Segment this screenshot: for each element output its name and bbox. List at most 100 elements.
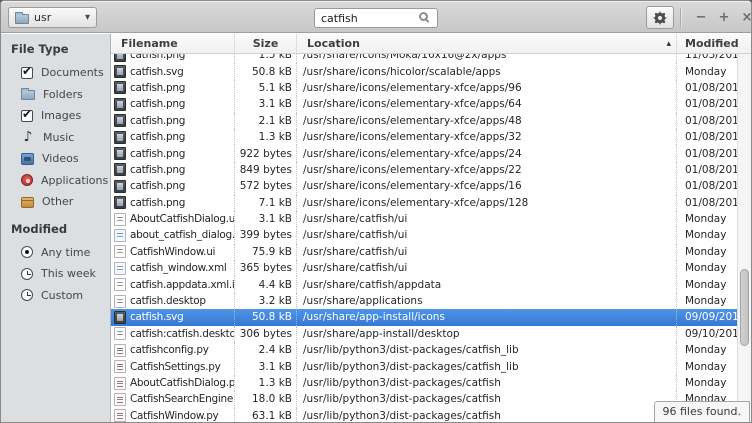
file-modified: 09/09/2015 — [677, 309, 737, 325]
file-name: catfish.png — [111, 162, 235, 178]
video-icon — [21, 153, 34, 165]
text-file-icon — [114, 327, 126, 340]
file-name-label: catfishconfig.py — [130, 344, 209, 356]
sidebar-item-label: Videos — [42, 152, 79, 165]
sidebar-item-label: This week — [41, 267, 96, 280]
other-icon — [21, 197, 34, 208]
minimize-button[interactable]: − — [691, 7, 711, 27]
file-location: /usr/share/catfish/appdata — [297, 276, 677, 292]
column-header-filename[interactable]: Filename — [111, 34, 235, 53]
table-row[interactable]: catfish.png3.1 kB/usr/share/icons/elemen… — [111, 96, 737, 112]
table-row[interactable]: catfish:catfish.desktop306 bytes/usr/sha… — [111, 326, 737, 342]
sidebar-item-other[interactable]: Other — [1, 191, 110, 213]
image-file-icon — [114, 163, 126, 176]
file-size: 1.3 kB — [235, 375, 297, 391]
image-file-icon — [114, 81, 126, 94]
table-row[interactable]: CatfishSettings.py3.1 kB/usr/lib/python3… — [111, 358, 737, 374]
file-modified: 11/03/2015 — [677, 54, 737, 63]
python-file-icon — [114, 409, 126, 422]
table-row[interactable]: catfish.png572 bytes/usr/share/icons/ele… — [111, 178, 737, 194]
sort-ascending-icon: ▴ — [666, 39, 671, 49]
scrollbar[interactable] — [737, 54, 751, 422]
sidebar-item-images[interactable]: Images — [1, 105, 110, 127]
file-name: catfish.png — [111, 195, 235, 211]
file-size: 572 bytes — [235, 178, 297, 194]
sidebar-item-folders[interactable]: Folders — [1, 84, 110, 106]
scrollbar-thumb[interactable] — [740, 269, 749, 346]
table-row[interactable]: catfishconfig.py2.4 kB/usr/lib/python3/d… — [111, 342, 737, 358]
file-modified: Monday — [677, 244, 737, 260]
file-size: 75.9 kB — [235, 244, 297, 260]
table-row[interactable]: catfish.svg50.8 kB/usr/share/app-install… — [111, 309, 737, 325]
file-name-label: catfish:catfish.desktop — [130, 328, 235, 340]
sidebar-item-this-week[interactable]: This week — [1, 263, 110, 285]
maximize-button[interactable]: + — [714, 7, 734, 27]
xml-file-icon — [114, 262, 126, 275]
file-location: /usr/share/icons/elementary-xfce/apps/64 — [297, 96, 677, 112]
sidebar-item-any-time[interactable]: Any time — [1, 242, 110, 264]
file-name: catfish:catfish.desktop — [111, 326, 235, 342]
python-file-icon — [114, 377, 126, 390]
table-row[interactable]: catfish.png5.1 kB/usr/share/icons/elemen… — [111, 80, 737, 96]
image-file-icon — [114, 98, 126, 111]
sidebar-item-documents[interactable]: Documents — [1, 62, 110, 84]
file-name: catfish.png — [111, 96, 235, 112]
table-row[interactable]: catfish.png849 bytes/usr/share/icons/ele… — [111, 162, 737, 178]
file-modified: 01/08/2016 — [677, 113, 737, 129]
image-file-icon — [114, 131, 126, 144]
image-file-icon — [114, 54, 126, 62]
text-file-icon — [114, 278, 126, 291]
table-row[interactable]: catfish.png1.3 kB/usr/share/icons/elemen… — [111, 129, 737, 145]
modified-list: Any time This week Custom — [1, 242, 110, 307]
close-button[interactable]: × — [737, 7, 752, 27]
sidebar-item-videos[interactable]: Videos — [1, 148, 110, 170]
column-header-location[interactable]: Location ▴ — [297, 34, 677, 53]
table-row[interactable]: catfish.svg50.8 kB/usr/share/icons/hicol… — [111, 63, 737, 79]
table-row[interactable]: catfish.appdata.xml.in4.4 kB/usr/share/c… — [111, 276, 737, 292]
table-row[interactable]: AboutCatfishDialog.py1.3 kB/usr/lib/pyth… — [111, 375, 737, 391]
table-row[interactable]: catfish_window.xml365 bytes/usr/share/ca… — [111, 260, 737, 276]
table-row[interactable]: catfish.desktop3.2 kB/usr/share/applicat… — [111, 293, 737, 309]
file-name: catfish.png — [111, 129, 235, 145]
sidebar-item-music[interactable]: ♪Music — [1, 127, 110, 149]
table-row[interactable]: AboutCatfishDialog.ui3.1 kB/usr/share/ca… — [111, 211, 737, 227]
file-location: /usr/share/icons/elementary-xfce/apps/22 — [297, 162, 677, 178]
file-size: 399 bytes — [235, 227, 297, 243]
clock-icon — [21, 268, 33, 280]
checkbox-checked-icon — [21, 110, 33, 122]
file-name: AboutCatfishDialog.ui — [111, 211, 235, 227]
table-row[interactable]: CatfishSearchEngine.py18.0 kB/usr/lib/py… — [111, 391, 737, 407]
file-modified: 01/08/2016 — [677, 145, 737, 161]
file-name-label: catfish.appdata.xml.in — [130, 279, 235, 291]
table-row[interactable]: CatfishWindow.py63.1 kB/usr/lib/python3/… — [111, 408, 737, 422]
table-row[interactable]: CatfishWindow.ui75.9 kB/usr/share/catfis… — [111, 244, 737, 260]
table-row[interactable]: catfish.png2.1 kB/usr/share/icons/elemen… — [111, 113, 737, 129]
file-location: /usr/share/icons/elementary-xfce/apps/48 — [297, 113, 677, 129]
column-header-size[interactable]: Size — [235, 34, 297, 53]
image-file-icon — [114, 180, 126, 193]
gear-icon — [653, 11, 667, 25]
file-modified: Monday — [677, 358, 737, 374]
file-name-label: catfish.png — [130, 131, 185, 143]
image-file-icon — [114, 311, 126, 324]
image-file-icon — [114, 147, 126, 160]
file-name: catfish.desktop — [111, 293, 235, 309]
table-row[interactable]: catfish.png7.1 kB/usr/share/icons/elemen… — [111, 195, 737, 211]
file-modified: Monday — [677, 293, 737, 309]
column-header-modified[interactable]: Modified — [677, 34, 751, 53]
sidebar-item-applications[interactable]: Applications — [1, 170, 110, 192]
table-row[interactable]: catfish.png1.5 kB/usr/share/icons/Moka/1… — [111, 54, 737, 63]
file-location: /usr/share/catfish/ui — [297, 211, 677, 227]
settings-button[interactable] — [646, 6, 674, 29]
file-name: CatfishSearchEngine.py — [111, 391, 235, 407]
status-tooltip: 96 files found. — [654, 401, 751, 422]
sidebar-item-custom[interactable]: Custom — [1, 285, 110, 307]
modified-section-header: Modified — [1, 219, 110, 242]
folder-icon — [15, 14, 29, 24]
table-row[interactable]: about_catfish_dialog.xml399 bytes/usr/sh… — [111, 227, 737, 243]
file-location: /usr/lib/python3/dist-packages/catfish_l… — [297, 358, 677, 374]
file-size: 4.4 kB — [235, 276, 297, 292]
table-row[interactable]: catfish.png922 bytes/usr/share/icons/ele… — [111, 145, 737, 161]
location-button[interactable]: usr ▾ — [8, 7, 97, 28]
file-name: catfish_window.xml — [111, 260, 235, 276]
